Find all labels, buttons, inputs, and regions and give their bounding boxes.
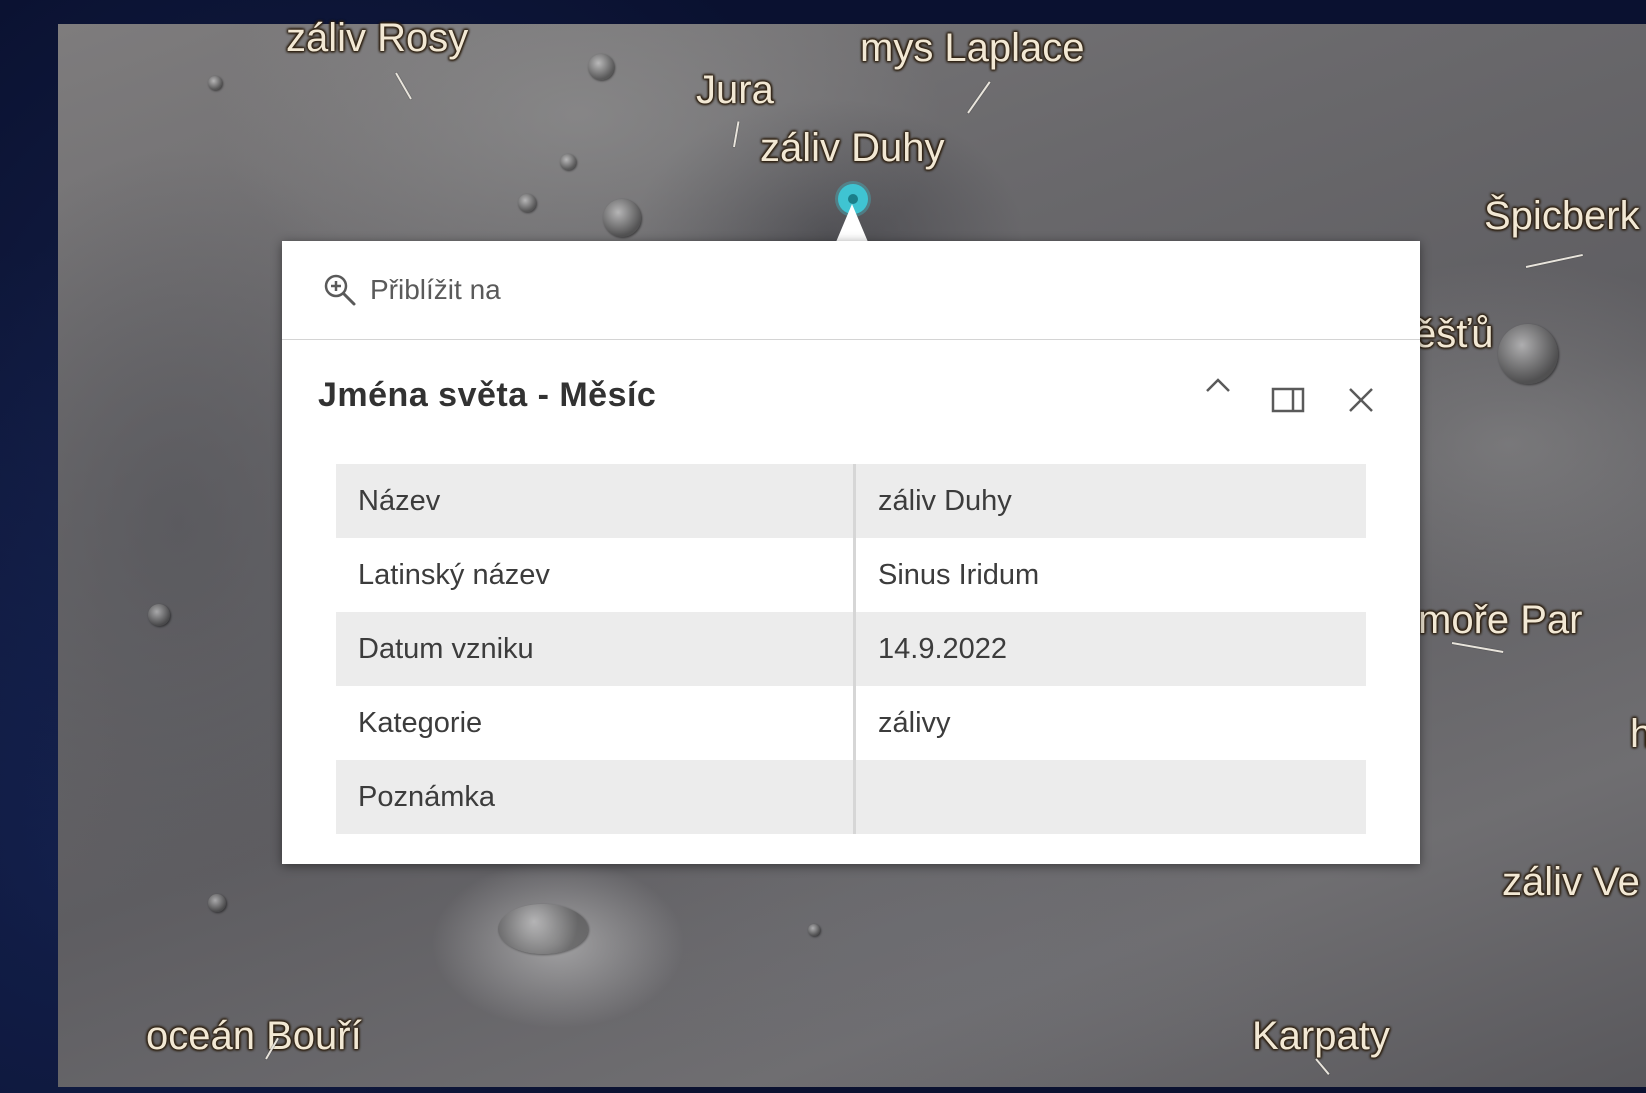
map-label-ocean-bouri[interactable]: oceán Bouří	[146, 1016, 362, 1056]
table-row: Datum vzniku 14.9.2022	[336, 612, 1366, 686]
map-label-jura[interactable]: Jura	[696, 70, 774, 110]
attribute-value: 14.9.2022	[854, 612, 1366, 686]
popup-title: Jména světa - Měsíc	[318, 376, 657, 414]
attribute-key: Název	[336, 464, 856, 538]
zoom-in-icon	[324, 274, 356, 306]
map-label-zaliv-ve[interactable]: záliv Ve	[1502, 862, 1640, 902]
map-label-zaliv-rosy[interactable]: záliv Rosy	[286, 18, 468, 58]
crater	[208, 76, 222, 90]
zoom-to-label: Přiblížit na	[370, 274, 501, 305]
map-label-zaliv-duhy[interactable]: záliv Duhy	[760, 128, 945, 168]
dock-button[interactable]	[1266, 378, 1310, 422]
attribute-value	[854, 760, 1366, 834]
attribute-key: Kategorie	[336, 686, 856, 760]
attribute-table: Název záliv Duhy Latinský název Sinus Ir…	[336, 464, 1366, 834]
map-label-karpaty[interactable]: Karpaty	[1252, 1016, 1390, 1056]
popup-header: Jména světa - Měsíc	[282, 340, 1420, 450]
attribute-value: zálivy	[878, 706, 951, 739]
attribute-key: Latinský název	[336, 538, 856, 612]
zoom-to-button[interactable]: Přiblížit na	[282, 241, 1420, 340]
map-label-estu[interactable]: ěšťů	[1414, 314, 1494, 354]
map-label-spicberk[interactable]: Špicberk	[1484, 196, 1640, 236]
feature-popup: Přiblížit na Jména světa - Měsíc Název z…	[282, 241, 1420, 864]
attribute-key: Datum vzniku	[336, 612, 856, 686]
crater	[498, 904, 588, 954]
crater	[560, 154, 576, 170]
dock-side-icon	[1271, 387, 1305, 413]
crater	[603, 199, 641, 237]
crater	[148, 604, 170, 626]
popup-pointer	[836, 204, 868, 242]
chevron-up-icon	[1206, 378, 1230, 392]
map-label-more-par[interactable]: moře Par	[1418, 600, 1583, 640]
crater	[808, 924, 820, 936]
map-label-h[interactable]: h	[1630, 714, 1646, 754]
collapse-button[interactable]	[1196, 363, 1240, 407]
map-label-mys-laplace[interactable]: mys Laplace	[860, 28, 1085, 68]
close-icon	[1349, 388, 1373, 412]
table-row: Kategorie zálivy	[336, 686, 1366, 760]
crater	[518, 194, 536, 212]
crater	[1498, 324, 1558, 384]
attribute-key: Poznámka	[336, 760, 856, 834]
crater	[208, 894, 226, 912]
attribute-value: záliv Duhy	[854, 464, 1366, 538]
table-row: Poznámka	[336, 760, 1366, 834]
map-view[interactable]: záliv Rosy mys Laplace Jura záliv Duhy Š…	[0, 0, 1646, 1093]
table-row: Latinský název Sinus Iridum	[336, 538, 1366, 612]
table-row: Název záliv Duhy	[336, 464, 1366, 538]
close-button[interactable]	[1339, 378, 1383, 422]
crater	[588, 54, 614, 80]
attribute-value: Sinus Iridum	[878, 558, 1040, 591]
